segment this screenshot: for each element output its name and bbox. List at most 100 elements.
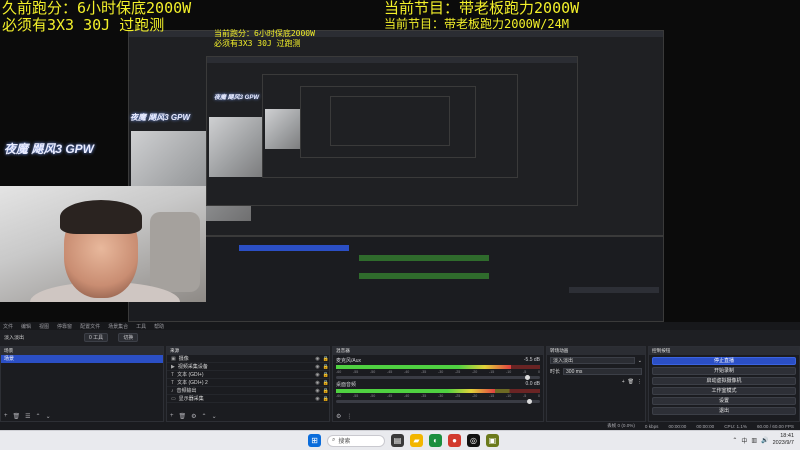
move-down-icon[interactable]: ⌄ xyxy=(212,413,217,420)
meter-tick-label: -55 xyxy=(353,394,359,398)
menu-item-tools[interactable]: 工具 xyxy=(136,323,146,330)
meter-tick-label: -5 xyxy=(523,394,527,398)
overlay-requirement-line: 必须有3X3 30J 过跑测 xyxy=(2,16,165,34)
meter-tick-label: -45 xyxy=(387,394,393,398)
network-icon[interactable]: ▥ xyxy=(751,437,757,444)
meter-tick-label: -60 xyxy=(336,394,342,398)
visibility-eye-icon[interactable]: ◉ xyxy=(315,379,319,387)
quick-transition-button-a[interactable]: 0 工具 xyxy=(84,332,109,342)
camera-icon: ▶ xyxy=(171,363,175,370)
input-method-indicator[interactable]: 中 xyxy=(741,436,747,445)
studio-mode-button[interactable]: 工作室模式 xyxy=(652,387,796,395)
start-recording-button[interactable]: 开始录制 xyxy=(652,367,796,375)
mixer-dock-title: 混音器 xyxy=(333,347,543,355)
source-properties-icon[interactable]: ⚙ xyxy=(191,413,196,420)
mixer-channel: 桌面音频 0.0 dB -60 -55 -50 -45 -40 -35 -30 -25 -20-… xyxy=(333,379,543,404)
text-icon: T xyxy=(171,379,175,386)
obs-icon[interactable]: ◎ xyxy=(467,434,480,447)
move-down-icon[interactable]: ⌄ xyxy=(46,413,51,420)
bitrate: 0 kbps xyxy=(644,423,659,429)
meter-tick-label: -35 xyxy=(421,370,427,374)
browser-icon[interactable]: ◐ xyxy=(429,434,442,447)
meter-tick-label: -20 xyxy=(472,370,478,374)
obs-window: 文件 编辑 视图 停靠窗 配置文件 场景集合 工具 帮助 淡入淡出 0 工具 切… xyxy=(0,322,800,430)
add-scene-icon[interactable]: + xyxy=(4,413,8,419)
task-view-icon[interactable]: ▤ xyxy=(391,434,404,447)
meter-tick-label: -50 xyxy=(370,370,376,374)
overlay-requirement-echo: 必须有3X3 30J 过跑测 xyxy=(214,39,301,48)
visibility-eye-icon[interactable]: ◉ xyxy=(315,363,319,371)
lock-icon[interactable]: 🔒 xyxy=(323,379,329,387)
transition-type-select[interactable]: 淡入淡出 xyxy=(550,357,635,364)
mixer-settings-icon[interactable]: ⚙ xyxy=(336,413,341,420)
sources-dock-toolbar: + 🗑 ⚙ ⌃ ⌄ xyxy=(167,411,329,421)
file-explorer-icon[interactable]: ▰ xyxy=(410,434,423,447)
meter-tick-label: -30 xyxy=(438,370,444,374)
menu-item-help[interactable]: 帮助 xyxy=(154,323,164,330)
visibility-eye-icon[interactable]: ◉ xyxy=(315,395,319,403)
source-item[interactable]: ▭ 显示器采集 ◉ 🔒 xyxy=(167,395,329,403)
taskbar-search[interactable]: ⌕ 搜索 xyxy=(327,434,385,447)
source-item-label: 视频采集设备 xyxy=(177,363,208,370)
start-virtual-camera-button[interactable]: 启动虚拟摄像机 xyxy=(652,377,796,385)
audio-mixer-dock: 混音器 麦克风/Aux -5.5 dB -60 -55 -50 -45 -40 -35 -3… xyxy=(332,346,544,422)
meter-tick-label: -40 xyxy=(404,394,410,398)
menu-item-profile[interactable]: 配置文件 xyxy=(80,323,100,330)
menu-item-scene-collection[interactable]: 场景集合 xyxy=(108,323,128,330)
quick-transition-label: 淡入淡出 xyxy=(4,334,25,341)
scene-filters-icon[interactable]: ☰ xyxy=(25,413,30,420)
remove-transition-icon[interactable]: 🗑 xyxy=(628,379,634,385)
meter-tick-label: -25 xyxy=(455,370,461,374)
add-transition-icon[interactable]: + xyxy=(622,379,625,385)
volume-slider[interactable] xyxy=(336,399,540,404)
sources-dock: 来源 ▣ 摄像 ◉ 🔒 ▶ 视频采集设备 ◉ 🔒 T 文本 (GDI+) ◉ 🔒… xyxy=(166,346,330,422)
duration-input[interactable]: 300 ms xyxy=(563,368,642,375)
mixer-menu-icon[interactable]: ⋮ xyxy=(346,413,352,420)
stop-streaming-button[interactable]: 停止直播 xyxy=(652,357,796,365)
rec-time: 00:00:00 xyxy=(696,423,715,429)
quick-transition-button-b[interactable]: 切换 xyxy=(118,332,139,342)
menu-item-docks[interactable]: 停靠窗 xyxy=(57,323,72,330)
clock-time: 18:41 xyxy=(780,433,794,439)
controls-dock: 控制按钮 停止直播 开始录制 启动虚拟摄像机 工作室模式 设置 退出 xyxy=(648,346,800,422)
scenes-dock-title: 场景 xyxy=(1,347,163,355)
remove-scene-icon[interactable]: 🗑 xyxy=(13,413,21,420)
transition-menu-icon[interactable]: ⋮ xyxy=(637,379,642,385)
menu-item-file[interactable]: 文件 xyxy=(3,323,13,330)
settings-button[interactable]: 设置 xyxy=(652,397,796,405)
scene-item[interactable]: 场景 xyxy=(1,355,163,363)
mixer-channel-db: -5.5 dB xyxy=(523,357,540,363)
lock-icon[interactable]: 🔒 xyxy=(323,387,329,395)
add-source-icon[interactable]: + xyxy=(170,413,174,419)
mixer-channel-name: 麦克风/Aux xyxy=(336,358,362,364)
visibility-eye-icon[interactable]: ◉ xyxy=(315,371,319,379)
visibility-eye-icon[interactable]: ◉ xyxy=(315,387,319,395)
clock[interactable]: 18:41 2023/9/7 xyxy=(773,433,794,447)
app-icon[interactable]: ● xyxy=(448,434,461,447)
text-icon: T xyxy=(171,371,175,378)
app-icon-2[interactable]: ▣ xyxy=(486,434,499,447)
live-time: 00:00:00 xyxy=(668,423,687,429)
duration-label: 时长 xyxy=(550,369,561,375)
remove-source-icon[interactable]: 🗑 xyxy=(179,413,187,420)
meter-tick-label: -10 xyxy=(506,394,512,398)
meter-tick-label: -10 xyxy=(506,370,512,374)
windows-start-icon[interactable]: ⊞ xyxy=(308,434,321,447)
source-item-label: 文本 (GDI+) xyxy=(177,371,204,378)
lock-icon[interactable]: 🔒 xyxy=(323,395,329,403)
volume-icon[interactable]: 🔊 xyxy=(761,437,768,444)
mixer-dock-toolbar: ⚙ ⋮ xyxy=(333,411,543,421)
move-up-icon[interactable]: ⌃ xyxy=(202,413,207,420)
chevron-up-icon[interactable]: ⌃ xyxy=(732,437,737,444)
lock-icon[interactable]: 🔒 xyxy=(323,363,329,371)
exit-button[interactable]: 退出 xyxy=(652,407,796,415)
meter-tick-label: 0 xyxy=(538,370,540,374)
obs-status-bar: 丢帧 0 (0.0%) 0 kbps 00:00:00 00:00:00 CPU… xyxy=(0,422,800,430)
transitions-dock-title: 转场动画 xyxy=(547,347,645,355)
menu-item-edit[interactable]: 编辑 xyxy=(21,323,31,330)
visibility-eye-icon[interactable]: ◉ xyxy=(315,355,319,363)
lock-icon[interactable]: 🔒 xyxy=(323,371,329,379)
move-up-icon[interactable]: ⌃ xyxy=(36,413,41,420)
menu-item-view[interactable]: 视图 xyxy=(39,323,49,330)
lock-icon[interactable]: 🔒 xyxy=(323,355,329,363)
